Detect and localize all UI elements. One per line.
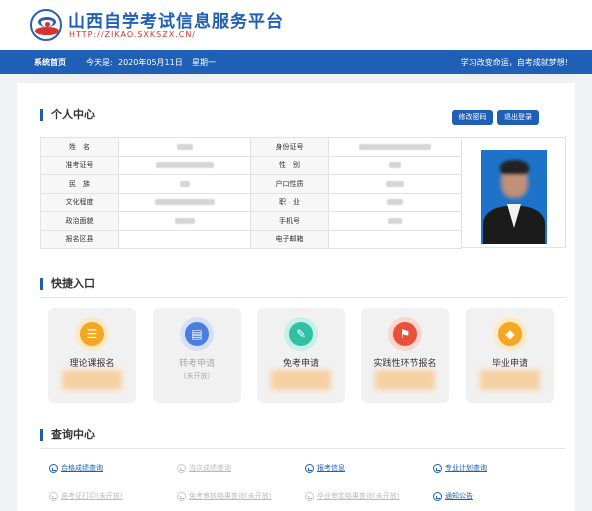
pencil-note-icon: ✎	[284, 317, 318, 351]
table-row: 民 族 户口性质	[40, 174, 462, 194]
query-link-major-plan[interactable]: 专业计划查询	[433, 463, 487, 473]
divider	[40, 448, 566, 449]
info-label: 政治面貌	[40, 211, 119, 231]
nav-home-link[interactable]: 系统首页	[34, 57, 66, 68]
info-value	[328, 211, 462, 231]
link-icon	[177, 463, 186, 473]
info-value	[118, 211, 251, 231]
info-value	[118, 192, 251, 212]
info-value	[118, 229, 251, 249]
info-value	[328, 155, 462, 175]
book-stack-icon: ☰	[75, 317, 109, 351]
edit-password-button[interactable]: 修改密码	[452, 110, 493, 125]
link-icon	[49, 491, 58, 501]
query-link-passed-scores[interactable]: 合格成绩查询	[49, 463, 103, 473]
nav-date: 2020年05月11日	[118, 58, 183, 67]
card-theory-registration[interactable]: ☰ 理论课报名	[48, 308, 136, 403]
redacted-bar	[480, 370, 540, 390]
card-transfer-apply[interactable]: ▤ 转考申请 (未开放)	[153, 308, 241, 403]
link-icon	[177, 491, 186, 501]
info-value	[328, 137, 462, 157]
card-label: 免考申请	[282, 359, 319, 369]
redacted-bar	[271, 370, 331, 390]
info-value	[118, 137, 251, 157]
site-title: 山西自学考试信息服务平台	[68, 12, 284, 32]
query-link-current-scores[interactable]: 当次成绩查询	[177, 463, 231, 473]
site-logo-icon	[30, 9, 62, 41]
query-link-exam-info[interactable]: 报考信息	[305, 463, 345, 473]
nav-date-label: 今天是:	[86, 58, 113, 67]
link-icon	[433, 463, 442, 473]
query-link-exemption-result[interactable]: 免考审核结果查询(未开放)	[177, 491, 271, 501]
info-label: 性 别	[250, 155, 329, 175]
info-label: 民 族	[40, 174, 119, 194]
info-label: 报名区县	[40, 229, 119, 249]
info-label: 户口性质	[250, 174, 329, 194]
card-label: 转考申请	[178, 359, 215, 369]
site-url: HTTP://ZIKAO.SXKSZX.CN/	[69, 30, 197, 39]
query-link-notices[interactable]: 通知公告	[433, 491, 473, 501]
info-value	[118, 155, 251, 175]
info-label: 姓 名	[40, 137, 119, 157]
info-label: 身份证号	[250, 137, 329, 157]
site-header: 山西自学考试信息服务平台 HTTP://ZIKAO.SXKSZX.CN/	[0, 0, 592, 50]
query-center-title: 查询中心	[40, 429, 95, 441]
link-icon	[49, 463, 58, 473]
link-icon	[305, 463, 314, 473]
table-row: 文化程度 职 业	[40, 192, 462, 212]
card-graduation-apply[interactable]: ◆ 毕业申请	[466, 308, 554, 403]
quick-entry-title: 快捷入口	[40, 278, 95, 290]
nav-weekday: 星期一	[192, 58, 216, 67]
info-value	[328, 229, 462, 249]
card-sub: (未开放)	[183, 372, 211, 380]
profile-photo	[481, 150, 547, 244]
redacted-bar	[375, 370, 435, 390]
info-label: 手机号	[250, 211, 329, 231]
info-value	[328, 174, 462, 194]
graduation-cap-icon: ◆	[493, 317, 527, 351]
nav-slogan: 学习改变命运，自考成就梦想!	[460, 58, 568, 67]
table-row: 政治面貌 手机号	[40, 211, 462, 231]
info-label: 职 业	[250, 192, 329, 212]
link-icon	[305, 491, 314, 501]
query-link-graduation-result[interactable]: 毕业审定结果查询(未开放)	[305, 491, 399, 501]
photo-cell	[462, 137, 566, 248]
info-label: 准考证号	[40, 155, 119, 175]
table-row: 准考证号 性 别	[40, 155, 462, 175]
nav-bar: 系统首页 今天是: 2020年05月11日 星期一 学习改变命运，自考成就梦想!	[0, 50, 592, 74]
personal-info-table: 姓 名 身份证号 准考证号 性 别 民 族 户口性质 文化程度 职 业 政治面貌…	[40, 137, 462, 249]
redacted-bar	[62, 370, 122, 390]
table-row: 姓 名 身份证号	[40, 137, 462, 157]
card-label: 毕业申请	[491, 359, 528, 369]
card-exemption-apply[interactable]: ✎ 免考申请	[257, 308, 345, 403]
info-value	[118, 174, 251, 194]
info-label: 电子邮箱	[250, 229, 329, 249]
card-label: 理论课报名	[69, 359, 115, 369]
divider	[40, 297, 566, 298]
info-label: 文化程度	[40, 192, 119, 212]
card-label: 实践性环节报名	[373, 359, 437, 369]
link-icon	[433, 491, 442, 501]
logout-button[interactable]: 退出登录	[497, 110, 539, 125]
flag-icon: ⚑	[388, 317, 422, 351]
table-row: 报名区县 电子邮箱	[40, 229, 462, 249]
card-practice-registration[interactable]: ⚑ 实践性环节报名	[361, 308, 449, 403]
info-value	[328, 192, 462, 212]
query-link-admission-print[interactable]: 准考证打印(未开放)	[49, 491, 122, 501]
document-icon: ▤	[180, 317, 214, 351]
personal-center-title: 个人中心	[40, 109, 95, 121]
